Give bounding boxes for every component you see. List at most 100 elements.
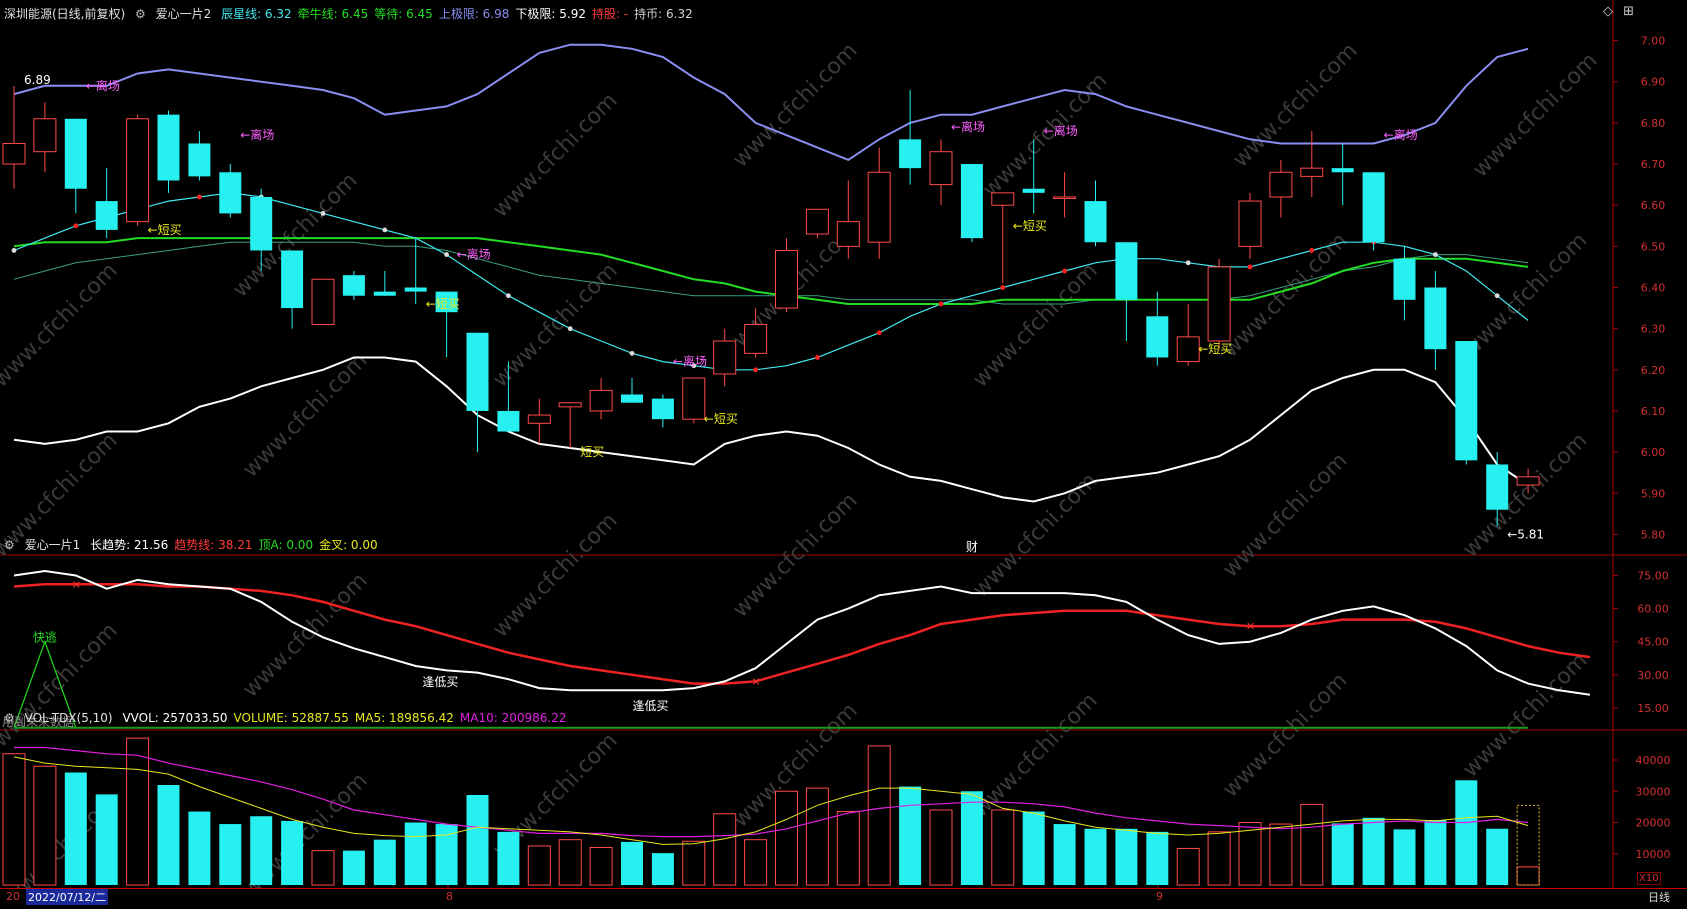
signal-label: 逢低买 bbox=[633, 699, 669, 713]
date-cursor-label: 2022/07/12/二 bbox=[26, 889, 109, 905]
short-buy-label: ←短买 bbox=[1013, 219, 1047, 233]
cross-marker: ✕ bbox=[752, 675, 761, 688]
y-tick-label: 20000 bbox=[1636, 817, 1671, 830]
short-buy-label: ←短买 bbox=[704, 412, 738, 426]
volume-bar-up bbox=[558, 839, 582, 886]
watermark-text: www.cfchi.com bbox=[1458, 648, 1592, 782]
sub1-values: 长趋势: 21.56 趋势线: 38.21 顶A: 0.00 金叉: 0.00 bbox=[90, 538, 384, 552]
exit-signal-label: ←离场 bbox=[240, 127, 274, 142]
volume-bar-down bbox=[621, 841, 643, 885]
sub2-indicator-name[interactable]: VOL-TDX(5,10) bbox=[25, 711, 113, 725]
candle-body-down bbox=[373, 291, 396, 296]
plus-icon[interactable]: ⊞ bbox=[1623, 4, 1634, 19]
volume-bar-up bbox=[744, 839, 768, 886]
candle-body-down bbox=[342, 275, 365, 296]
volume-bar-down bbox=[1486, 828, 1509, 885]
candle-body-up bbox=[991, 192, 1015, 206]
top-right-icons: ◇ ⊞ bbox=[1603, 4, 1634, 19]
volume-bar-down bbox=[1393, 829, 1416, 885]
volume-bar-down bbox=[64, 772, 87, 885]
watermark-text: www.cfchi.com bbox=[1218, 228, 1352, 362]
watermark-text: www.cfchi.com bbox=[728, 38, 862, 172]
chenxing-dot bbox=[382, 227, 388, 233]
volume-bar-up bbox=[713, 813, 737, 886]
volume-panel[interactable] bbox=[2, 737, 1540, 886]
lower-limit-line bbox=[13, 356, 1529, 503]
candle-body-up bbox=[929, 151, 953, 186]
y-tick-label: 6.70 bbox=[1641, 158, 1666, 171]
sub1-value-0: 长趋势: 21.56 bbox=[90, 538, 169, 552]
chart-canvas[interactable]: www.cfchi.com www.cfchi.com www.cfchi.com w… bbox=[0, 0, 1687, 909]
chenxing-dot bbox=[938, 301, 944, 307]
sub1-header: ⚙ 爱心一片1 长趋势: 21.56 趋势线: 38.21 顶A: 0.00 金叉: … bbox=[0, 536, 390, 554]
chenxing-dot bbox=[815, 355, 820, 360]
candle-body-down bbox=[1115, 242, 1138, 300]
candle-body-down bbox=[157, 114, 180, 181]
finance-marker: 财 bbox=[966, 540, 978, 554]
stock-title: 深圳能源(日线,前复权) bbox=[4, 7, 126, 21]
candle-body-up bbox=[713, 340, 737, 375]
watermark-text: www.cfchi.com bbox=[0, 618, 123, 752]
period-label[interactable]: 日线 bbox=[1648, 889, 1670, 905]
price-extreme-label: 6.89 bbox=[24, 73, 51, 87]
candle-body-up bbox=[589, 389, 613, 412]
y-tick-label: 45.00 bbox=[1637, 636, 1669, 649]
month-tick-sep: 9 bbox=[1156, 890, 1163, 903]
chenxing-dot bbox=[197, 194, 202, 200]
y-tick-label: 60.00 bbox=[1637, 603, 1669, 616]
y-tick-label: 6.10 bbox=[1641, 405, 1666, 418]
candle-body-up bbox=[867, 171, 891, 243]
candle-body-up bbox=[126, 118, 150, 223]
candle-body-down bbox=[497, 410, 520, 432]
candle-body-down bbox=[1022, 188, 1045, 193]
candle-body-down bbox=[1146, 316, 1169, 358]
chenxing-dot bbox=[506, 293, 511, 299]
watermark-text: www.cfchi.com bbox=[238, 348, 372, 482]
header-value-4: 下极限: 5.92 bbox=[515, 7, 586, 21]
volume-bar-down bbox=[95, 794, 118, 885]
candle-body-up bbox=[1300, 167, 1324, 177]
settings-icon[interactable]: ⚙ bbox=[135, 7, 146, 21]
volume-bar-up bbox=[1269, 823, 1293, 886]
chenxing-dot bbox=[320, 211, 326, 216]
candle-body-down bbox=[219, 172, 242, 214]
candle-body-up bbox=[805, 208, 829, 235]
scale-badge[interactable]: X10 bbox=[1637, 872, 1661, 885]
y-tick-label: 6.80 bbox=[1641, 117, 1666, 130]
volume-bar-up bbox=[836, 811, 860, 886]
y-tick-label: 30000 bbox=[1636, 785, 1671, 798]
chenxing-dot bbox=[1185, 260, 1191, 266]
candle-body-up bbox=[1238, 200, 1262, 247]
trend-indicator-panel[interactable]: ✕✕✕快逃逢低买逢低买用到未来数据 bbox=[2, 569, 1591, 729]
diamond-icon[interactable]: ◇ bbox=[1603, 4, 1613, 19]
sub2-value-2: MA5: 189856.42 bbox=[354, 711, 454, 725]
sub2-value-3: MA10: 200986.22 bbox=[459, 711, 567, 725]
settings-icon[interactable]: ⚙ bbox=[4, 538, 15, 552]
volume-bar-up bbox=[126, 737, 150, 886]
watermark-text: www.cfchi.com bbox=[1218, 448, 1352, 582]
volume-bar-up bbox=[1207, 831, 1231, 886]
header-values: 辰星线: 6.32 牵牛线: 6.45 等待: 6.45 上极限: 6.98 下极限: … bbox=[221, 7, 699, 21]
header-value-2: 等待: 6.45 bbox=[374, 7, 433, 21]
candle-body-down bbox=[1084, 201, 1107, 243]
candle-body-down bbox=[466, 332, 489, 411]
volume-bar-down bbox=[1146, 831, 1169, 885]
candle-body-up bbox=[558, 402, 582, 408]
volume-bar-down bbox=[373, 839, 396, 885]
sub2-value-1: VOLUME: 52887.55 bbox=[233, 711, 349, 725]
volume-bar-down bbox=[342, 850, 365, 885]
indicator-name[interactable]: 爱心一片2 bbox=[156, 7, 212, 21]
chenxing-dot bbox=[444, 252, 449, 257]
sub1-indicator-name[interactable]: 爱心一片1 bbox=[25, 538, 81, 552]
volume-bar-up bbox=[527, 845, 551, 886]
candle-body-down bbox=[64, 118, 87, 189]
candle-body-up bbox=[311, 278, 335, 326]
volume-bar-down bbox=[1331, 823, 1354, 885]
volume-bar-down bbox=[157, 785, 180, 885]
chenxing-dot bbox=[73, 223, 79, 229]
chenxing-dot bbox=[753, 367, 758, 373]
settings-icon[interactable]: ⚙ bbox=[4, 711, 15, 725]
watermark-text: www.cfchi.com bbox=[1458, 228, 1592, 362]
candle-body-up bbox=[836, 221, 860, 247]
volume-bar-down bbox=[960, 791, 983, 885]
